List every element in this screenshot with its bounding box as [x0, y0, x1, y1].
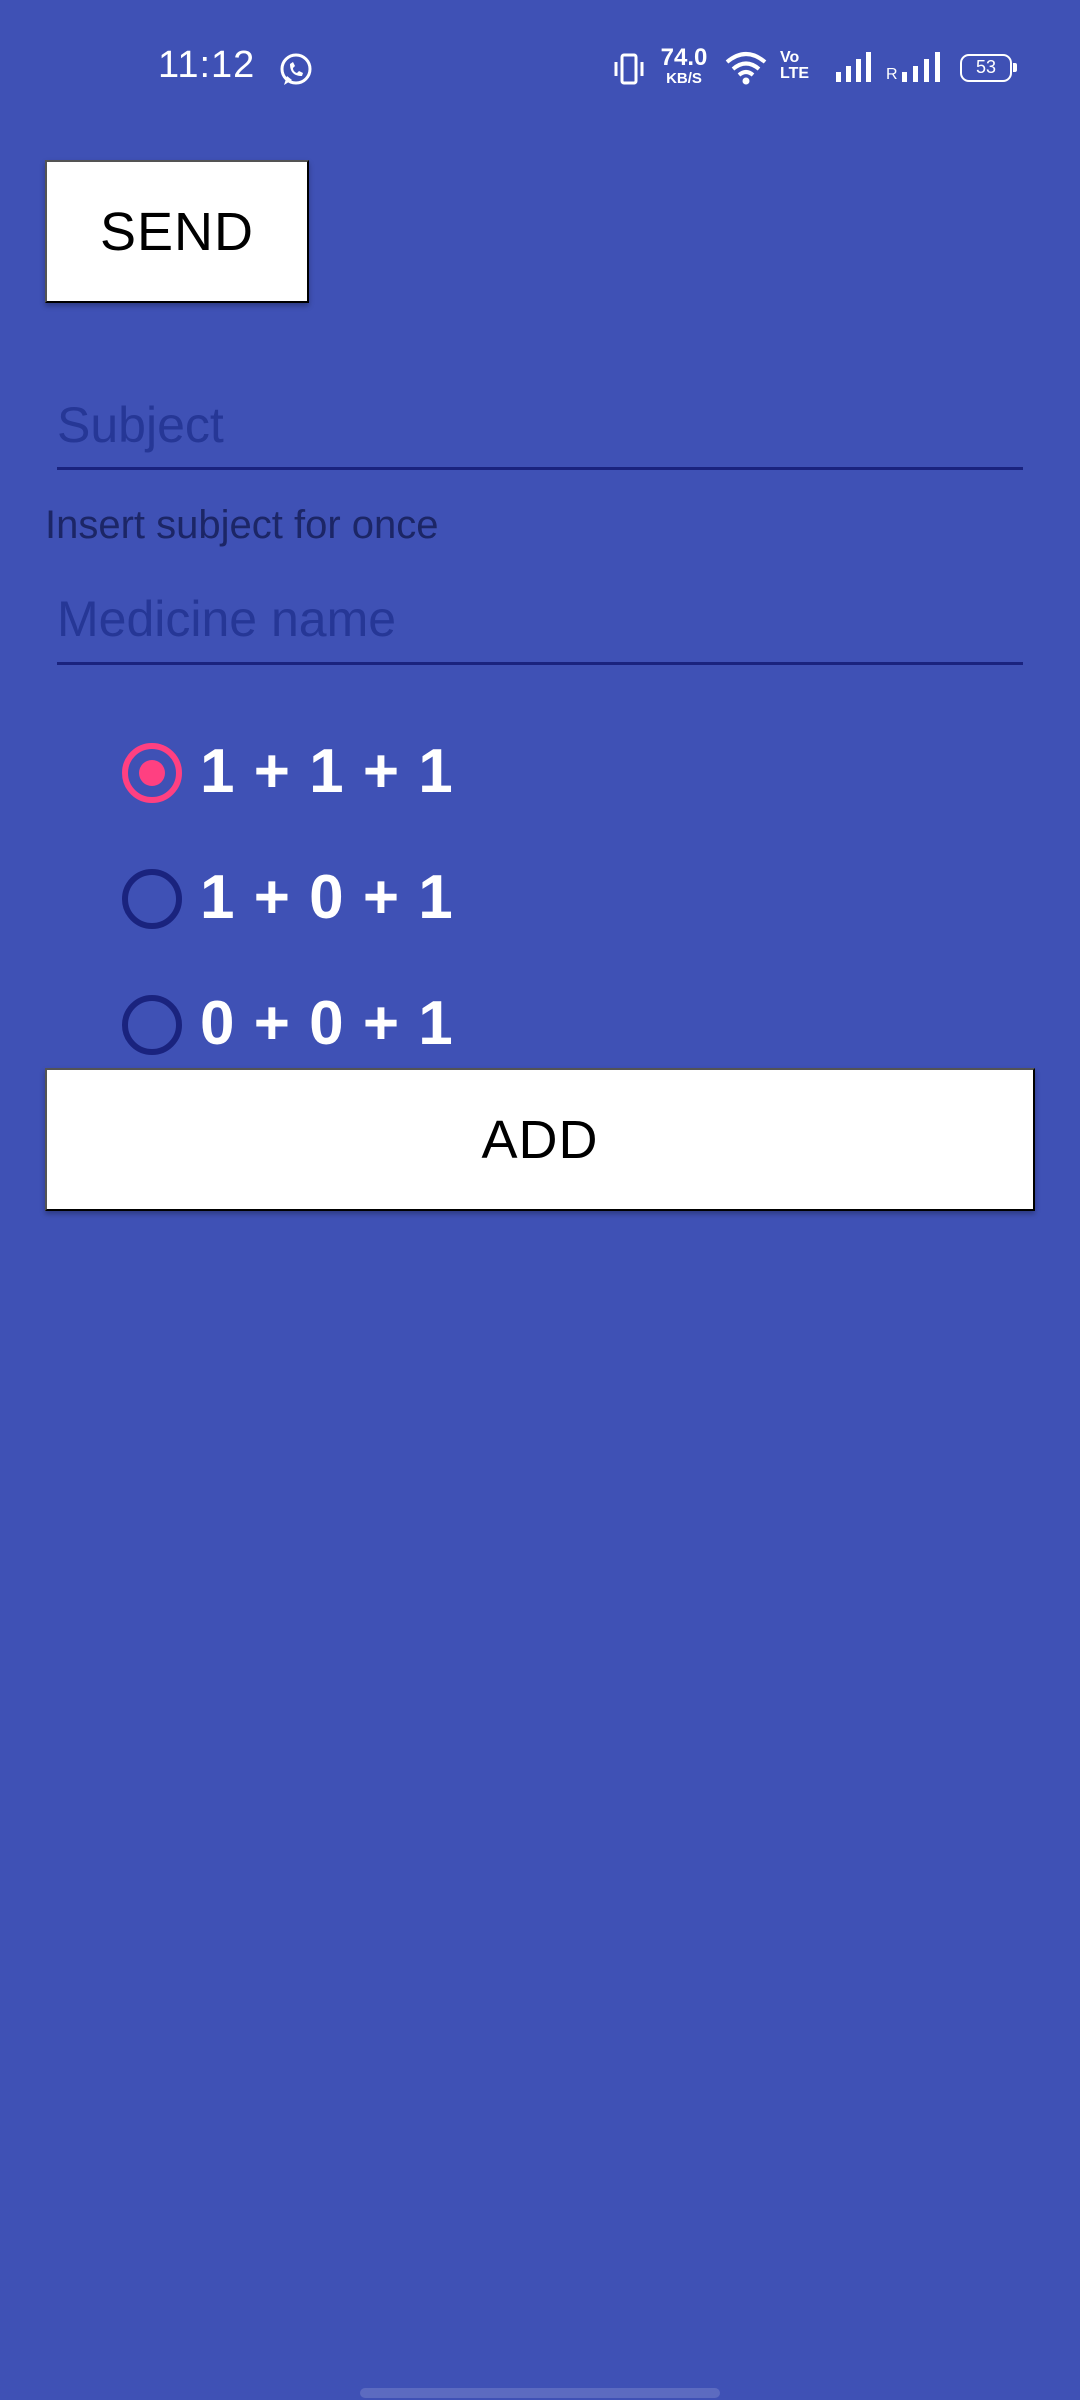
- radio-button-icon[interactable]: [122, 869, 182, 929]
- home-indicator[interactable]: [360, 2388, 720, 2398]
- battery-icon: 53: [960, 54, 1017, 82]
- add-button[interactable]: ADD: [45, 1068, 1035, 1211]
- volte-line1: Vo: [780, 49, 800, 66]
- subject-input[interactable]: [57, 390, 1023, 470]
- roaming-label: R: [886, 66, 898, 83]
- status-time: 11:12: [158, 44, 256, 86]
- dosage-option-label: 1 + 0 + 1: [200, 863, 454, 932]
- dosage-option-label: 0 + 0 + 1: [200, 989, 454, 1058]
- app-screen: 11:12 74.0 KB/S Vo LTE R 53 SEND Subject…: [0, 0, 1080, 2400]
- network-speed: 74.0 KB/S: [658, 44, 710, 87]
- radio-button-icon[interactable]: [122, 743, 182, 803]
- dosage-option-2[interactable]: 1 + 0 + 1: [120, 846, 520, 936]
- dosage-option-1[interactable]: 1 + 1 + 1: [120, 720, 520, 810]
- radio-dot: [139, 760, 165, 786]
- network-speed-unit: KB/S: [666, 70, 702, 87]
- signal-icon-2: [902, 52, 940, 82]
- signal-icon: [836, 52, 871, 82]
- dosage-option-3[interactable]: 0 + 0 + 1: [120, 972, 520, 1062]
- network-speed-value: 74.0: [660, 44, 708, 71]
- send-button[interactable]: SEND: [45, 160, 309, 303]
- volte-line2: LTE: [780, 65, 810, 82]
- medicine-name-input[interactable]: [57, 583, 1023, 665]
- subject-hint: Insert subject for once: [45, 503, 439, 547]
- radio-button-icon[interactable]: [122, 995, 182, 1055]
- status-bar: 11:12 74.0 KB/S Vo LTE R 53: [0, 0, 1080, 135]
- vibrate-icon: [614, 53, 644, 85]
- whatsapp-icon: [280, 53, 312, 85]
- dosage-option-label: 1 + 1 + 1: [200, 737, 454, 806]
- battery-level: 53: [975, 57, 997, 77]
- volte-indicator: Vo LTE: [780, 50, 820, 82]
- wifi-icon: [725, 52, 767, 85]
